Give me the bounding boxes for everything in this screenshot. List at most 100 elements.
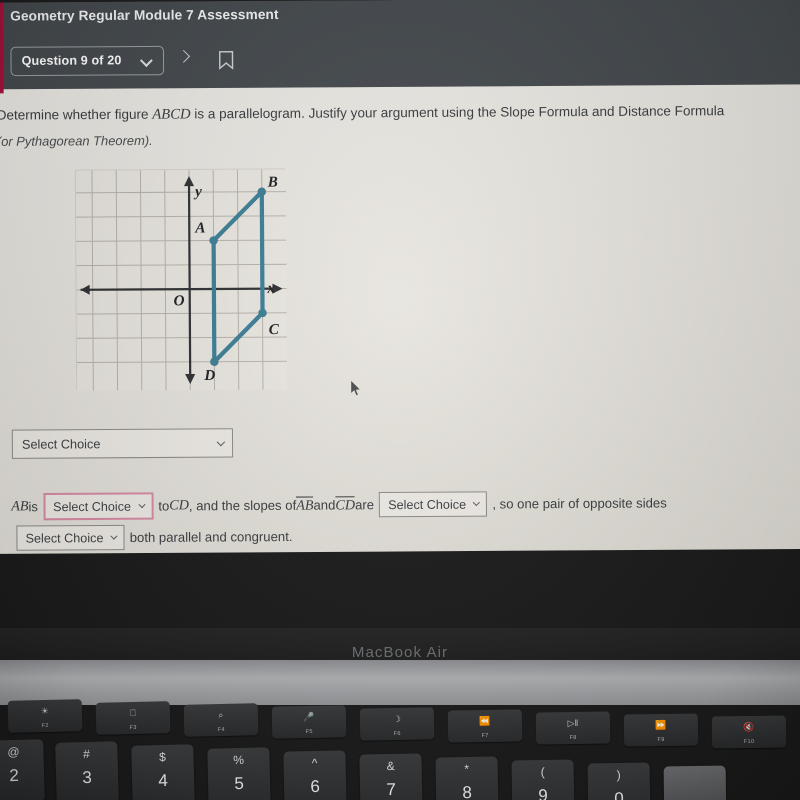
- macbook-air-brand-label: MacBook Air: [351, 644, 449, 661]
- key-f10-label: F10: [743, 738, 755, 746]
- chevron-down-icon: [139, 54, 153, 68]
- key-5-label: 5: [234, 773, 245, 794]
- key-0-label: 0: [614, 788, 624, 800]
- statement-text-slopes: , and the slopes of: [188, 497, 297, 514]
- x-axis-label: x: [266, 280, 275, 297]
- main-answer-select-label: Select Choice: [21, 436, 101, 452]
- key-f5[interactable]: 🎤 F5: [271, 705, 347, 739]
- key-7-label: 7: [386, 779, 397, 800]
- vertex-label-a: A: [194, 219, 205, 236]
- statement-text-to: to: [158, 498, 170, 514]
- question-line1-post: is a parallelogram. Justify your argumen…: [190, 103, 725, 122]
- page-title: Geometry Regular Module 7 Assessment: [10, 6, 279, 24]
- key-9-label: 9: [538, 785, 548, 800]
- vertex-label-d: D: [203, 367, 215, 384]
- key-f8-label: F8: [569, 734, 577, 742]
- key-4-label: 4: [158, 770, 169, 791]
- key-8[interactable]: * 8: [435, 756, 499, 800]
- key-f5-label: F5: [305, 728, 313, 736]
- overline-ab: AB: [296, 495, 314, 515]
- key-6-label: 6: [310, 776, 321, 797]
- y-axis-label: y: [193, 183, 202, 200]
- statement-select-1-label: Select Choice: [53, 499, 132, 514]
- fast-forward-icon: ⏩: [655, 719, 667, 731]
- statement-text-is: is: [28, 499, 39, 515]
- key-6[interactable]: ^ 6: [283, 750, 347, 800]
- do-not-disturb-moon-icon: ☽: [392, 713, 402, 725]
- key-f8[interactable]: ▷‖ F8: [535, 711, 611, 745]
- key-3[interactable]: # 3: [55, 741, 119, 800]
- segment-cd-text: CD: [169, 497, 189, 513]
- key-7[interactable]: & 7: [359, 753, 423, 800]
- question-line2: (or Pythagorean Theorem).: [0, 132, 153, 149]
- key-minus[interactable]: –: [663, 765, 727, 800]
- key-4-shift-label: $: [159, 749, 167, 765]
- key-minus-shift-label: [664, 771, 726, 772]
- statement-row-2: Select Choice both parallel and congruen…: [11, 524, 293, 551]
- statement-row-1: AB is Select Choice to CD, and the slope…: [11, 489, 667, 521]
- vertex-label-c: C: [269, 321, 280, 338]
- key-f7[interactable]: ⏪ F7: [447, 709, 523, 743]
- question-line1-pre: Determine whether figure: [0, 106, 153, 123]
- question-figure-name: ABCD: [152, 106, 191, 123]
- coordinate-graph-svg: y x O A B C D: [75, 169, 288, 391]
- key-7-shift-label: &: [386, 758, 395, 774]
- key-f2[interactable]: ☀ F2: [7, 699, 83, 733]
- key-f2-label: F2: [41, 722, 49, 730]
- key-5[interactable]: % 5: [207, 747, 271, 800]
- key-0[interactable]: ) 0: [587, 762, 651, 800]
- key-6-shift-label: ^: [311, 755, 318, 771]
- key-0-shift-label: ): [616, 767, 621, 783]
- coordinate-graph: y x O A B C D: [74, 168, 288, 391]
- main-answer-select[interactable]: Select Choice: [11, 428, 234, 459]
- play-pause-icon: ▷‖: [567, 717, 579, 729]
- key-2-shift-label: @: [7, 744, 20, 760]
- key-f4-label: F4: [217, 726, 225, 734]
- key-4[interactable]: $ 4: [131, 744, 195, 800]
- vertex-label-b: B: [267, 174, 278, 191]
- rewind-icon: ⏪: [479, 715, 491, 727]
- origin-label: O: [174, 292, 185, 309]
- spotlight-search-icon: ⌕: [218, 709, 224, 721]
- key-9-shift-label: (: [540, 764, 545, 780]
- key-8-shift-label: *: [464, 761, 470, 777]
- segment-ab-text: AB: [11, 498, 29, 514]
- key-f9[interactable]: ⏩ F9: [623, 713, 699, 747]
- statement-select-2[interactable]: Select Choice: [379, 491, 488, 518]
- key-f6-label: F6: [393, 730, 401, 738]
- statement-select-2-label: Select Choice: [388, 497, 467, 512]
- photo-of-laptop-screen: Geometry Regular Module 7 Assessment Que…: [0, 0, 800, 800]
- key-2[interactable]: @ 2: [0, 739, 45, 800]
- app-top-bar: Geometry Regular Module 7 Assessment Que…: [0, 0, 800, 90]
- question-selector-label: Question 9 of 20: [21, 53, 122, 68]
- statement-select-1[interactable]: Select Choice: [42, 492, 154, 521]
- statement-text-are: are: [354, 497, 375, 513]
- key-f3[interactable]: ⎕ F3: [95, 701, 171, 735]
- statement-select-3[interactable]: Select Choice: [16, 524, 125, 551]
- chevron-right-icon[interactable]: [177, 49, 191, 63]
- key-f10[interactable]: 🔇 F10: [711, 715, 787, 749]
- key-f6[interactable]: ☽ F6: [359, 707, 435, 741]
- dictation-mic-icon: 🎤: [303, 711, 315, 723]
- statement-select-3-label: Select Choice: [25, 530, 104, 546]
- left-red-edge-strip: [0, 2, 4, 94]
- question-selector-dropdown[interactable]: Question 9 of 20: [10, 45, 165, 77]
- overline-cd: CD: [335, 495, 356, 514]
- key-minus-label: –: [664, 792, 726, 800]
- laptop-screen: Geometry Regular Module 7 Assessment Que…: [0, 0, 800, 641]
- key-2-label: 2: [9, 765, 20, 786]
- key-8-label: 8: [462, 782, 472, 800]
- key-f7-label: F7: [481, 732, 489, 740]
- key-5-shift-label: %: [233, 752, 245, 768]
- statement-text-opposite-sides: , so one pair of opposite sides: [492, 495, 667, 512]
- key-9[interactable]: ( 9: [511, 759, 575, 800]
- bookmark-icon[interactable]: [219, 51, 234, 70]
- justification-statement: AB is Select Choice to CD, and the slope…: [0, 478, 800, 554]
- key-f4[interactable]: ⌕ F4: [183, 703, 259, 737]
- mute-icon: 🔇: [743, 721, 755, 733]
- statement-text-parallel-congruent: both parallel and congruent.: [129, 528, 293, 546]
- brightness-up-icon: ☀: [40, 705, 50, 717]
- key-f3-label: F3: [129, 724, 137, 732]
- key-3-shift-label: #: [82, 746, 91, 762]
- question-prompt: Determine whether figure ABCD is a paral…: [0, 98, 800, 155]
